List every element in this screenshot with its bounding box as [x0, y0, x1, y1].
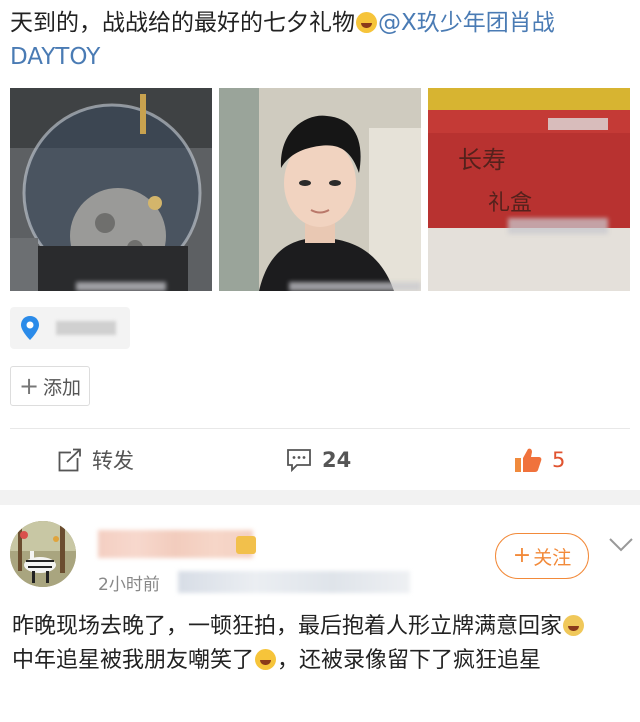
location-tag[interactable] [10, 307, 130, 349]
photo-gift-box[interactable]: 长寿 礼盒 [428, 88, 630, 291]
comment-line-2-start: 中年追星被我朋友嘲笑了 [12, 648, 255, 673]
add-button[interactable]: + 添加 [10, 366, 90, 406]
follow-button[interactable]: + 关注 [495, 533, 589, 579]
location-name [56, 321, 116, 335]
post-text-body: 天到的，战战给的最好的七夕礼物 [10, 10, 355, 36]
plus-icon: + [18, 372, 40, 400]
blurred-text [76, 282, 166, 291]
repost-icon [58, 448, 82, 472]
comment-time: 2小时前 [98, 575, 160, 595]
follow-label: 关注 [533, 546, 572, 569]
comment-icon [287, 449, 311, 472]
location-pin-icon [21, 316, 39, 340]
comment-line-2: 中年追星被我朋友嘲笑了 ，还被录像留下了疯狂追星 [12, 644, 632, 678]
section-separator [0, 490, 640, 505]
comment-button[interactable]: 24 [286, 440, 351, 480]
blurred-text [508, 218, 608, 234]
comment-line-1-text: 昨晚现场去晚了，一顿狂拍，最后抱着人形立牌满意回家 [12, 614, 563, 639]
like-count: 5 [552, 448, 566, 472]
comment-count: 24 [322, 448, 352, 472]
svg-text:长寿: 长寿 [458, 146, 506, 174]
photo-portrait[interactable] [219, 88, 421, 291]
laughing-emoji-icon [356, 12, 377, 33]
chevron-down-icon[interactable] [608, 536, 634, 554]
svg-text:礼盒: 礼盒 [488, 191, 532, 216]
username[interactable] [98, 530, 253, 558]
add-button-label: 添加 [43, 376, 82, 399]
comment-line-1: 昨晚现场去晚了，一顿狂拍，最后抱着人形立牌满意回家 [12, 610, 632, 644]
divider [10, 428, 630, 429]
comment-source [178, 571, 410, 593]
comment-text: 昨晚现场去晚了，一顿狂拍，最后抱着人形立牌满意回家 中年追星被我朋友嘲笑了 ，还被… [12, 610, 632, 678]
blurred-text [289, 282, 421, 291]
doge-emoji-icon [563, 615, 585, 636]
like-button[interactable]: 5 [514, 440, 565, 480]
thumbs-up-icon [515, 448, 542, 472]
post-text: 天到的，战战给的最好的七夕礼物 @X玖少年团肖战DAYTOY [10, 6, 630, 74]
photo-grid: 长寿 礼盒 [10, 88, 630, 291]
comment-line-2-end: ，还被录像留下了疯狂追星 [277, 648, 542, 673]
plus-icon: + [512, 543, 532, 568]
repost-label: 转发 [92, 449, 134, 473]
photo-snow-globe[interactable] [10, 88, 212, 291]
member-badge-icon [236, 536, 256, 554]
crying-laugh-emoji-icon [255, 649, 277, 670]
repost-button[interactable]: 转发 [58, 440, 134, 480]
avatar[interactable] [10, 521, 76, 587]
